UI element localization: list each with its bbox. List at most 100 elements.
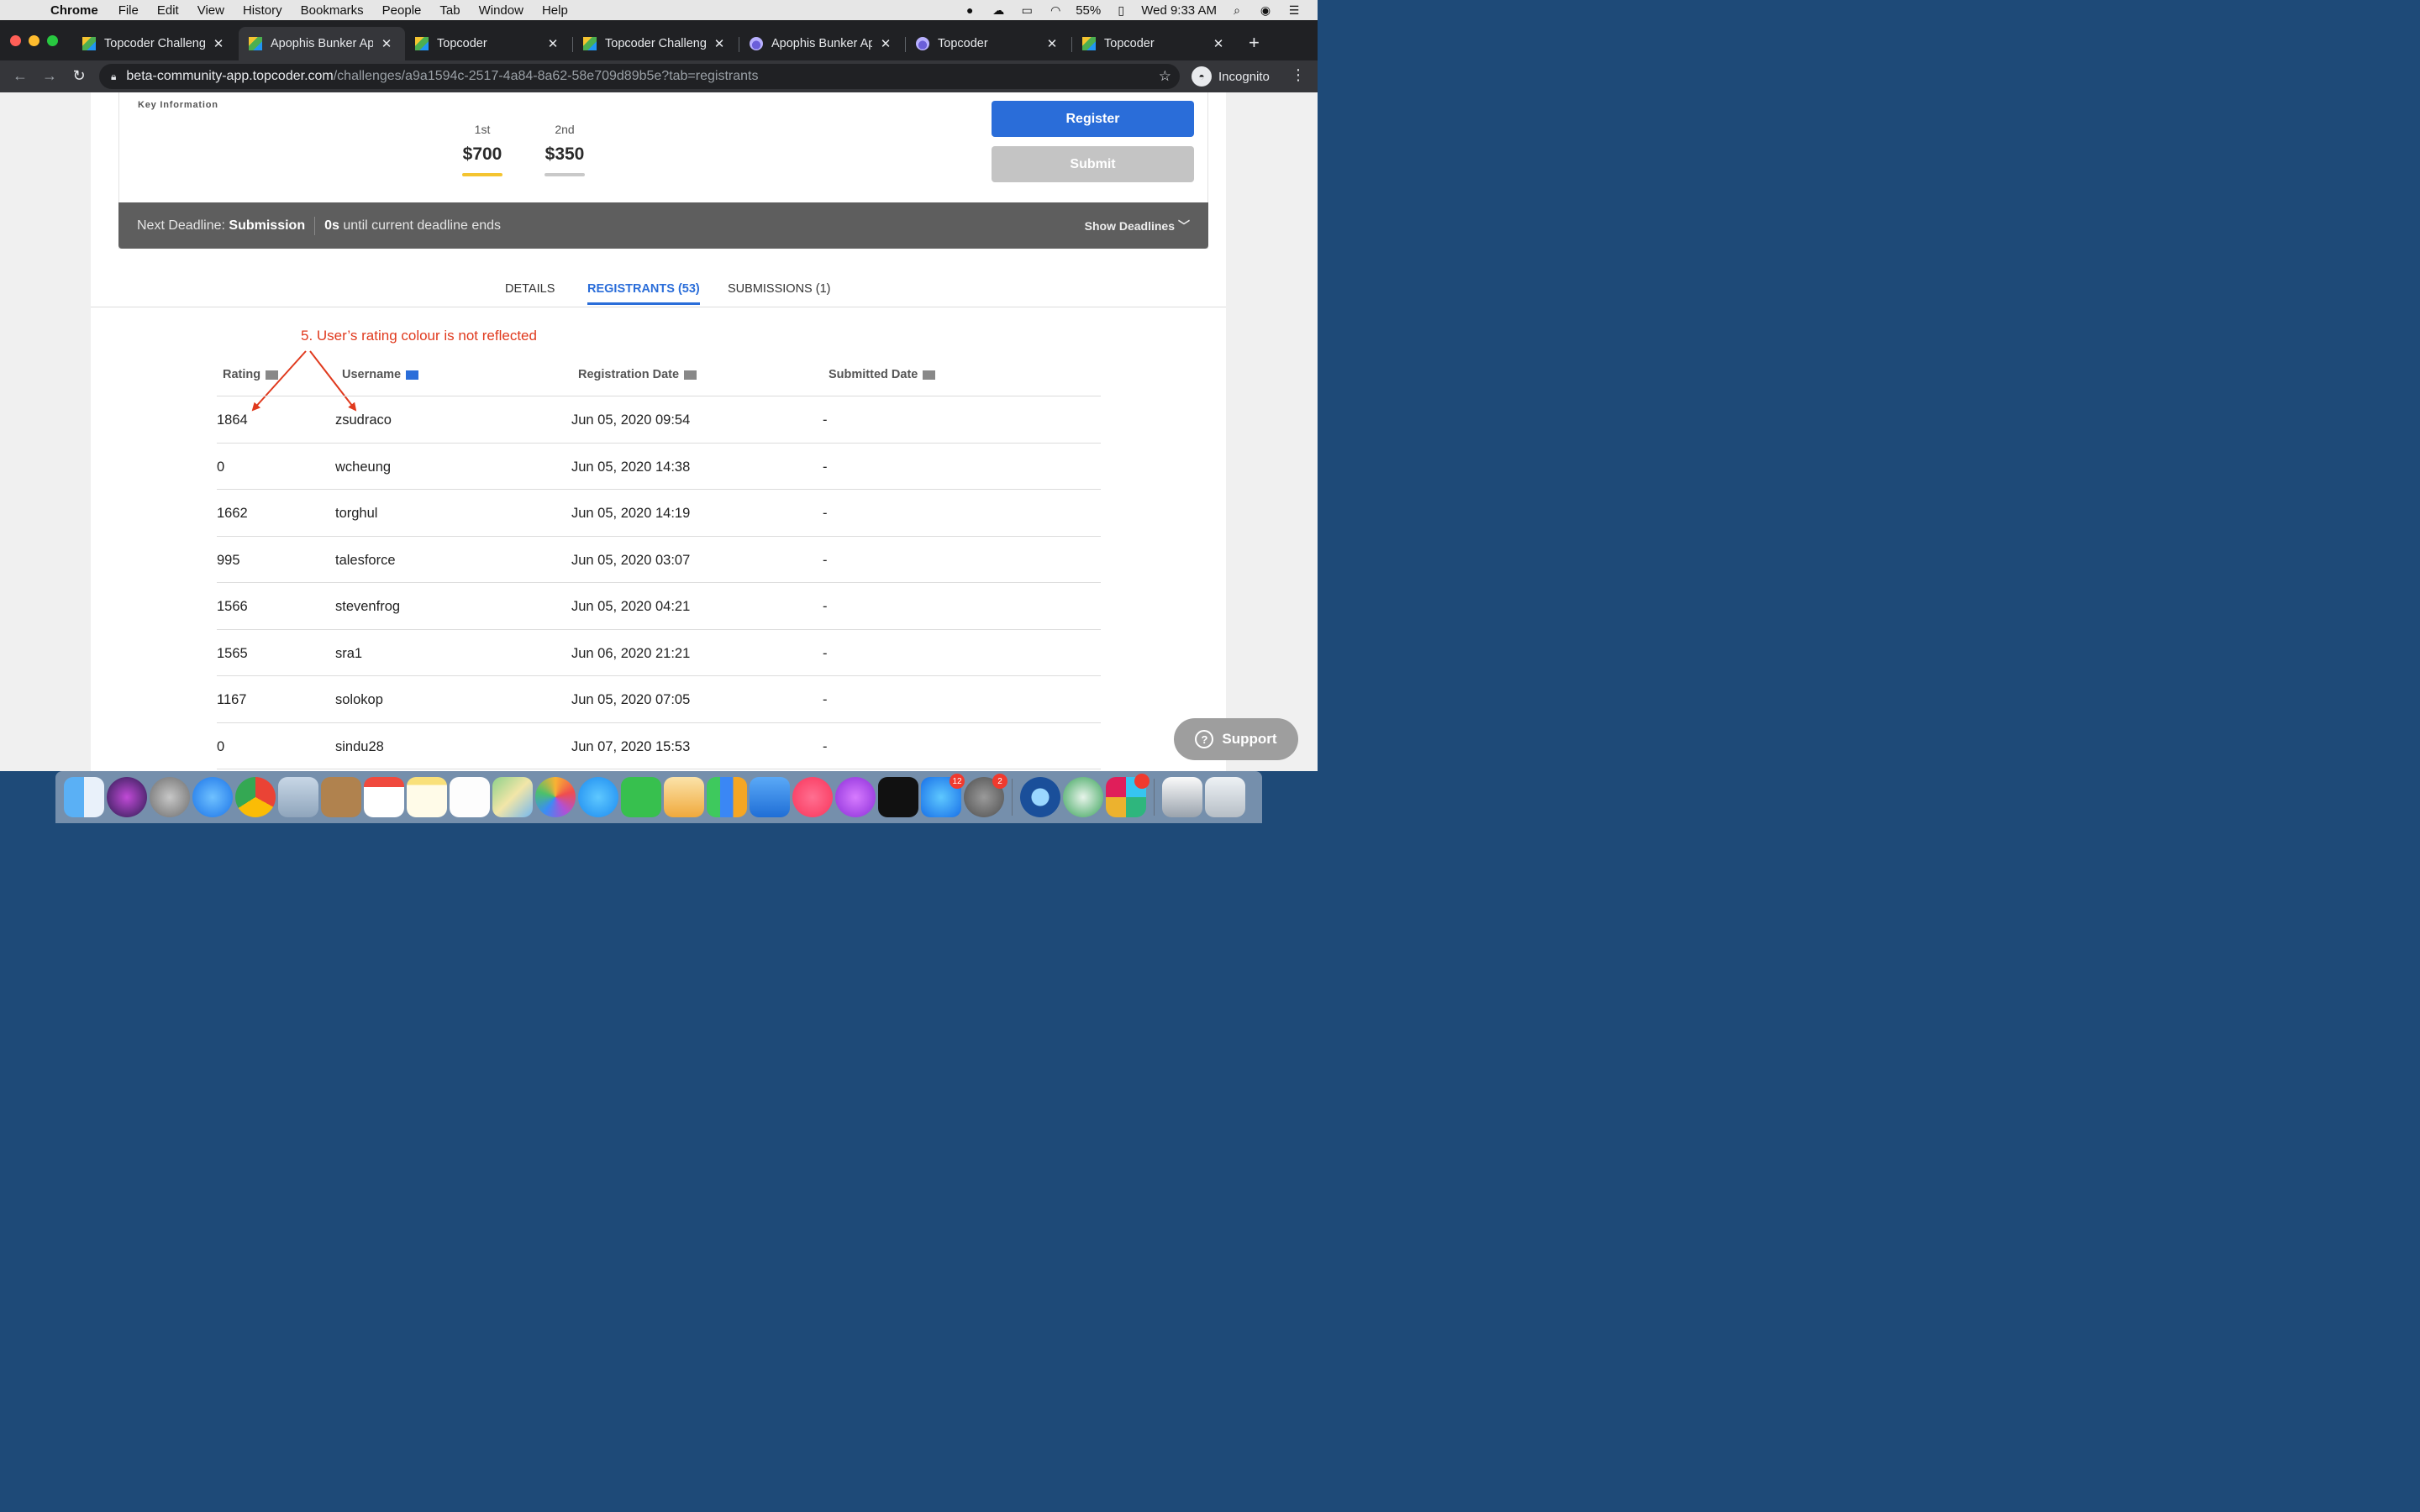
support-button[interactable]: ? Support — [1174, 718, 1298, 760]
pages-icon[interactable] — [664, 777, 704, 817]
finder-icon[interactable] — [64, 777, 104, 817]
tab-close-icon[interactable]: ✕ — [713, 36, 726, 51]
username-link[interactable]: sra1 — [335, 646, 362, 662]
creative-cloud-icon[interactable]: ☁ — [990, 3, 1007, 17]
browser-tab-5[interactable]: Apophis Bunker App ✕ — [739, 27, 904, 60]
reminders-list-icon[interactable] — [450, 777, 490, 817]
tab-submissions[interactable]: SUBMISSIONS (1) — [728, 282, 830, 296]
zoom-window-button[interactable] — [47, 35, 58, 46]
airplay-icon[interactable]: ▭ — [1018, 3, 1035, 17]
spotlight-search-icon[interactable]: ⌕ — [1228, 3, 1245, 17]
chrome-menu-icon[interactable]: ⋮ — [1291, 66, 1306, 84]
tab-close-icon[interactable]: ✕ — [1212, 36, 1225, 51]
maps-icon[interactable] — [492, 777, 533, 817]
menu-window[interactable]: Window — [479, 3, 523, 18]
address-bar[interactable]: 🔒︎ beta-community-app.topcoder.com/chall… — [99, 64, 1180, 89]
menubar-clock[interactable]: Wed 9:33 AM — [1141, 3, 1217, 18]
notification-bubble-icon[interactable]: ● — [961, 3, 978, 17]
safari-compass-icon[interactable] — [192, 777, 233, 817]
browser-tab-6[interactable]: Topcoder ✕ — [906, 27, 1071, 60]
trash-icon[interactable] — [1205, 777, 1245, 817]
tab-close-icon[interactable]: ✕ — [212, 36, 225, 51]
siri-icon[interactable]: ◉ — [1257, 3, 1274, 17]
username-link[interactable]: wcheung — [335, 459, 391, 475]
keynote-podium-icon[interactable] — [750, 777, 790, 817]
quicktime-icon[interactable] — [1020, 777, 1060, 817]
calendar-icon[interactable] — [364, 777, 404, 817]
username-link[interactable]: solokop — [335, 692, 383, 708]
menu-help[interactable]: Help — [542, 3, 568, 18]
messages-bubble-icon[interactable] — [578, 777, 618, 817]
browser-tab-1[interactable]: Topcoder Challenges ✕ — [72, 27, 237, 60]
sort-icon[interactable] — [684, 370, 697, 380]
facetime-icon[interactable] — [621, 777, 661, 817]
notes-icon[interactable] — [407, 777, 447, 817]
menu-edit[interactable]: Edit — [157, 3, 179, 18]
browser-tab-4[interactable]: Topcoder Challenges ✕ — [573, 27, 738, 60]
screenshot-app-icon[interactable] — [1063, 777, 1103, 817]
menu-file[interactable]: File — [118, 3, 139, 18]
tab-close-icon[interactable]: ✕ — [879, 36, 892, 51]
tab-details[interactable]: DETAILS — [505, 282, 555, 296]
minimize-window-button[interactable] — [29, 35, 39, 46]
browser-tab-3[interactable]: Topcoder ✕ — [405, 27, 571, 60]
column-header-rating[interactable]: Rating — [223, 368, 279, 381]
username-link[interactable]: torghul — [335, 506, 377, 522]
browser-tab-2-active[interactable]: Apophis Bunker App ✕ — [239, 27, 405, 60]
app-store-icon[interactable]: 12 — [921, 774, 965, 817]
menu-people[interactable]: People — [382, 3, 422, 18]
tab-close-icon[interactable]: ✕ — [546, 36, 560, 51]
prize-first: 1st $700 — [462, 123, 502, 176]
forward-arrow-icon[interactable]: → — [40, 67, 59, 85]
chrome-icon[interactable] — [235, 777, 276, 817]
sort-icon[interactable] — [923, 370, 936, 380]
menu-tab[interactable]: Tab — [439, 3, 460, 18]
downloads-stack-icon[interactable] — [1162, 777, 1202, 817]
close-window-button[interactable] — [10, 35, 21, 46]
reload-icon[interactable]: ↻ — [70, 67, 88, 85]
numbers-chart-icon[interactable] — [707, 777, 747, 817]
podcasts-icon[interactable] — [835, 777, 876, 817]
contacts-book-icon[interactable] — [321, 777, 361, 817]
deadline-time: 0s — [324, 218, 339, 233]
mail-eagle-icon[interactable] — [278, 777, 318, 817]
username-link[interactable]: stevenfrog — [335, 599, 400, 615]
new-tab-plus-icon[interactable]: + — [1249, 32, 1260, 54]
register-button[interactable]: Register — [992, 101, 1194, 137]
column-header-registration-date[interactable]: Registration Date — [578, 368, 697, 381]
system-preferences-gear-icon[interactable]: 2 — [964, 774, 1007, 817]
show-deadlines-label: Show Deadlines — [1084, 218, 1175, 233]
menu-history[interactable]: History — [243, 3, 282, 18]
tab-registrants[interactable]: REGISTRANTS (53) — [587, 282, 700, 305]
topcoder-favicon-icon — [1082, 37, 1096, 50]
topcoder-favicon-icon — [583, 37, 597, 50]
wifi-icon[interactable]: ◠ — [1047, 3, 1064, 17]
bookmark-star-icon[interactable]: ☆ — [1159, 68, 1171, 85]
tab-close-icon[interactable]: ✕ — [380, 36, 393, 51]
apple-tv-icon[interactable] — [878, 777, 918, 817]
siri-icon[interactable] — [107, 777, 147, 817]
sort-active-icon[interactable] — [406, 370, 419, 380]
submit-button[interactable]: Submit — [992, 146, 1194, 182]
back-arrow-icon[interactable]: ← — [11, 67, 29, 85]
column-header-submitted-date[interactable]: Submitted Date — [829, 368, 936, 381]
tab-close-icon[interactable]: ✕ — [1045, 36, 1059, 51]
menu-view[interactable]: View — [197, 3, 224, 18]
menu-bookmarks[interactable]: Bookmarks — [301, 3, 364, 18]
lock-icon[interactable]: 🔒︎ — [111, 71, 116, 83]
username-link[interactable]: talesforce — [335, 553, 396, 569]
username-link[interactable]: zsudraco — [335, 412, 392, 428]
browser-tab-7[interactable]: Topcoder ✕ — [1072, 27, 1237, 60]
slack-icon[interactable] — [1106, 774, 1150, 817]
username-link[interactable]: sindu28 — [335, 739, 384, 755]
column-header-username[interactable]: Username — [342, 368, 419, 381]
notification-center-icon[interactable]: ☰ — [1286, 3, 1302, 17]
sort-icon[interactable] — [266, 370, 279, 380]
launchpad-rocket-icon[interactable] — [150, 777, 190, 817]
show-deadlines-toggle[interactable]: Show Deadlines ﹀ — [1085, 218, 1190, 234]
menu-app-chrome[interactable]: Chrome — [50, 3, 98, 18]
itunes-music-icon[interactable] — [792, 777, 833, 817]
battery-icon[interactable]: ▯ — [1113, 3, 1129, 17]
incognito-profile-button[interactable]: ◓ Incognito — [1192, 65, 1270, 88]
photos-flower-icon[interactable] — [535, 777, 576, 817]
